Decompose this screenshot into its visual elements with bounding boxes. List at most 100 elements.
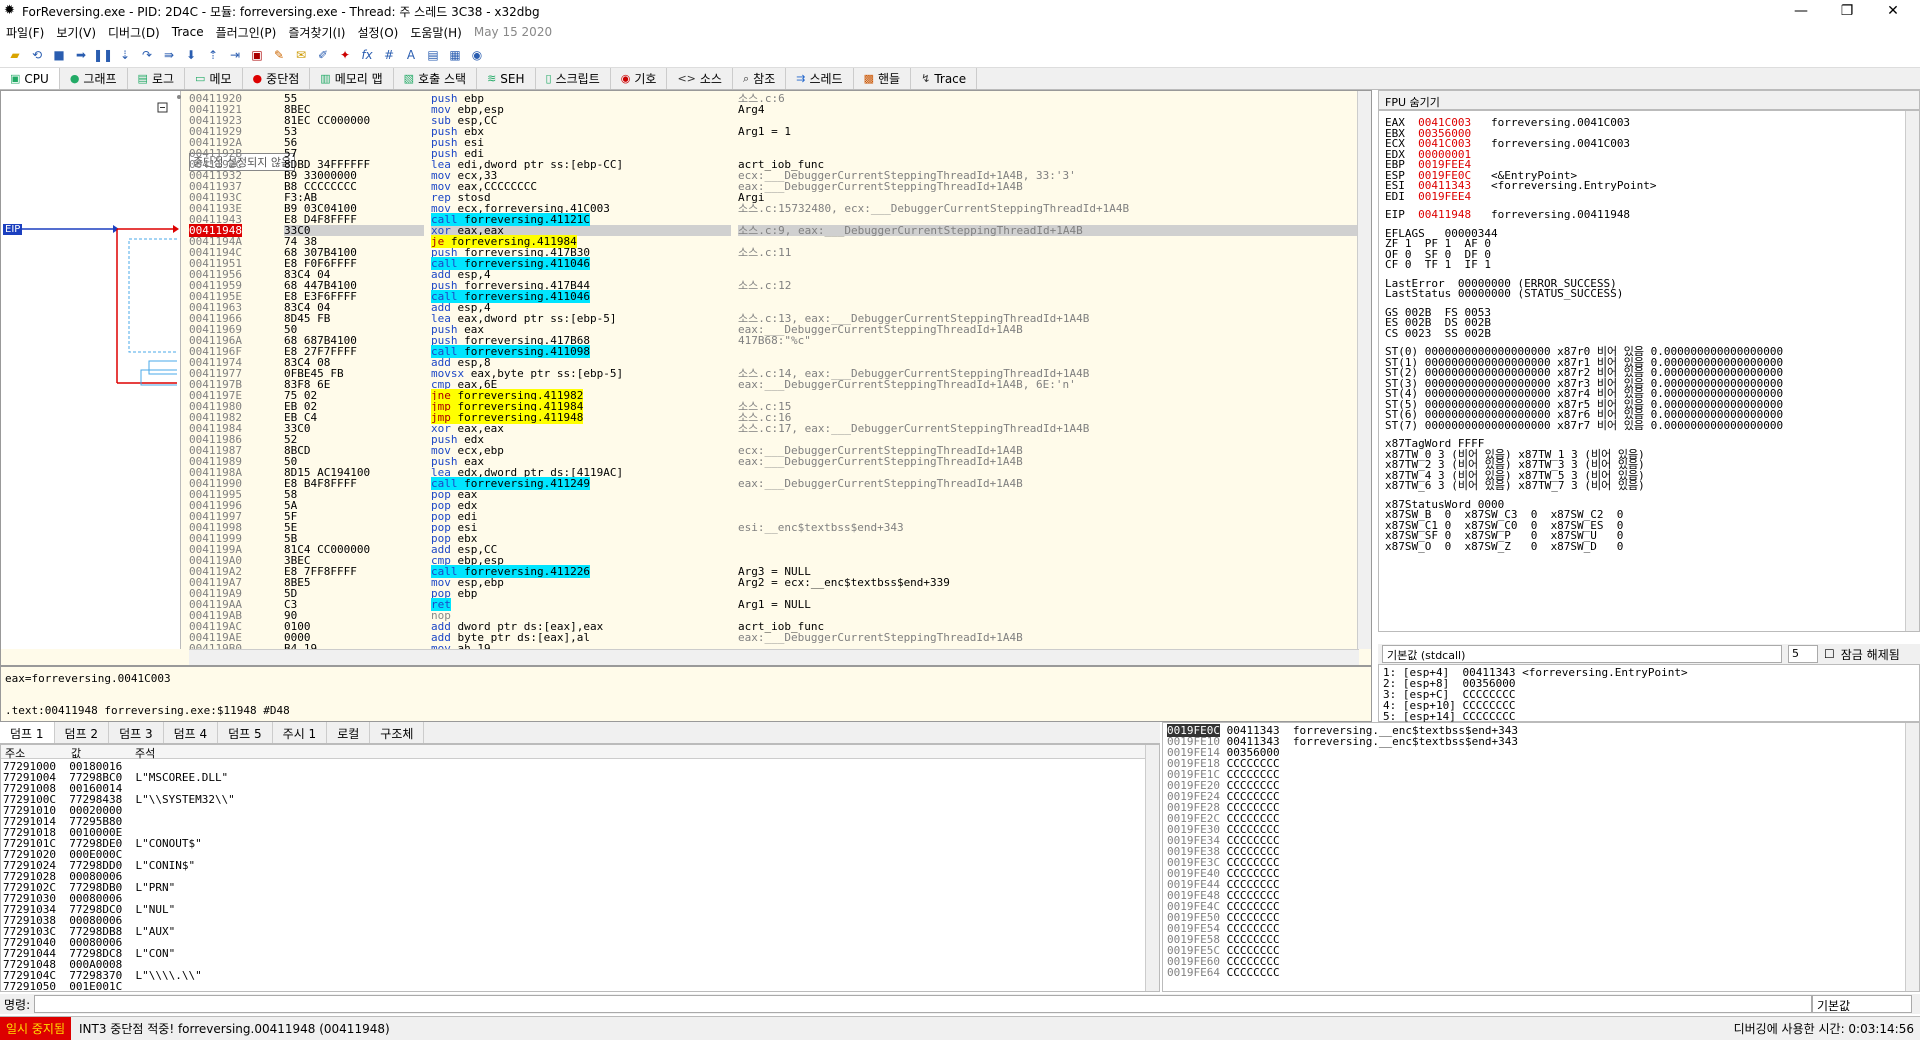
- tab-locals[interactable]: 로컬: [327, 722, 371, 743]
- calculator-icon[interactable]: ▤: [422, 45, 444, 65]
- stack-address: 0019FE64: [1167, 966, 1220, 979]
- menu-plugins[interactable]: 플러그인(P): [210, 24, 283, 41]
- menu-favourites[interactable]: 즐겨찾기(I): [282, 24, 351, 41]
- close-icon[interactable]: ✕: [1870, 0, 1916, 22]
- disassembly-vscroll[interactable]: [1357, 91, 1371, 649]
- disasm-comment: Arg4: [738, 103, 765, 116]
- build-date: May 15 2020: [473, 25, 553, 39]
- globe-icon[interactable]: ◉: [466, 45, 488, 65]
- disassembly-view[interactable]: EIP 중단점 설정되지 않음 00411920 00411921 00411923…: [0, 90, 1372, 666]
- tab-threads[interactable]: ⇉ 스레드: [786, 68, 854, 89]
- unlock-checkbox[interactable]: ☐: [1824, 647, 1835, 661]
- dump-col-address[interactable]: 주소: [1, 745, 67, 760]
- bookmark-icon[interactable]: ✦: [334, 45, 356, 65]
- label-icon[interactable]: ✐: [312, 45, 334, 65]
- comment-icon[interactable]: ✉: [290, 45, 312, 65]
- trace-icon: ↯: [921, 72, 931, 85]
- tab-handles[interactable]: ▩ 핸들: [854, 68, 912, 89]
- disasm-comment: [738, 489, 1358, 500]
- stop-icon[interactable]: ■: [48, 45, 70, 65]
- disasm-comment: [738, 258, 1358, 269]
- disasm-bytes: 56: [284, 136, 298, 149]
- trace-over-icon[interactable]: ⬇: [180, 45, 202, 65]
- tab-watch-1[interactable]: 주시 1: [273, 722, 328, 743]
- patch-icon[interactable]: ✎: [268, 45, 290, 65]
- menu-bar: 파일(F) 보기(V) 디버그(D) Trace 플러그인(P) 즐겨찾기(I)…: [0, 22, 1920, 42]
- pause-icon[interactable]: ❚❚: [92, 45, 114, 65]
- disasm-comment: Arg1 = NULL: [738, 598, 811, 611]
- dump-vscroll[interactable]: [1145, 745, 1159, 991]
- register-header[interactable]: FPU 숨기기: [1378, 90, 1920, 110]
- function-icon[interactable]: fx: [356, 45, 378, 65]
- breakpoint-icon[interactable]: ▣: [246, 45, 268, 65]
- debug-time: 디버깅에 사용한 시간: 0:03:14:56: [1733, 1022, 1914, 1036]
- disasm-comment: [738, 555, 1358, 566]
- tab-log[interactable]: ▤ 로그: [128, 68, 186, 89]
- disasm-bytes: C3: [284, 598, 298, 611]
- command-mode-select[interactable]: 기본값: [1812, 995, 1912, 1013]
- tab-dump-1[interactable]: 덤프 1: [0, 722, 55, 743]
- restart-icon[interactable]: ⟲: [26, 45, 48, 65]
- calling-convention-select[interactable]: 기본값 (stdcall): [1382, 645, 1782, 663]
- title-bar: ✹ ForReversing.exe - PID: 2D4C - 모듈: for…: [0, 0, 1920, 22]
- menu-view[interactable]: 보기(V): [50, 24, 102, 41]
- arg-count-spinner[interactable]: 5: [1788, 645, 1818, 663]
- run-icon[interactable]: ➡: [70, 45, 92, 65]
- font-icon[interactable]: A: [400, 45, 422, 65]
- tab-dump-3[interactable]: 덤프 3: [109, 722, 164, 743]
- stack-view[interactable]: 0019FE0C 00411343 forreversing.__enc$tex…: [1162, 722, 1920, 992]
- menu-help[interactable]: 도움말(H): [404, 24, 468, 41]
- status-paused: 일시 중지됨: [0, 1017, 72, 1040]
- tab-call-stack[interactable]: ▧ 호출 스택: [394, 68, 478, 89]
- command-input[interactable]: [34, 995, 1812, 1013]
- tab-references[interactable]: ⌕ 참조: [733, 68, 787, 89]
- tab-notes[interactable]: ▭ 메모: [185, 68, 243, 89]
- tab-dump-4[interactable]: 덤프 4: [164, 722, 219, 743]
- execute-till-return-icon[interactable]: ⇡: [202, 45, 224, 65]
- tab-memory-map[interactable]: ▥ 메모리 맵: [310, 68, 394, 89]
- menu-options[interactable]: 설정(O): [351, 24, 404, 41]
- tab-graph[interactable]: ● 그래프: [60, 68, 128, 89]
- run-to-user-icon[interactable]: ⇥: [224, 45, 246, 65]
- menu-trace[interactable]: Trace: [166, 25, 210, 39]
- tab-source[interactable]: <> 소스: [667, 68, 733, 89]
- dump-row[interactable]: 77291050 001E001C: [3, 981, 235, 991]
- tab-struct[interactable]: 구조체: [370, 722, 425, 743]
- tab-cpu[interactable]: ▣ CPU: [0, 68, 60, 89]
- memory-icon[interactable]: ▦: [444, 45, 466, 65]
- dump-col-comment[interactable]: 주석: [131, 745, 155, 760]
- register-view[interactable]: EAX 0041C003 forreversing.0041C003 EBX 00…: [1378, 110, 1920, 632]
- step-into-icon[interactable]: ⇣: [114, 45, 136, 65]
- comment-column: 소스.c:6 Arg4 Arg1 = 1 acrt_iob_func ecx:___De…: [738, 93, 1358, 654]
- disasm-comment: 소스.c:6: [738, 92, 785, 105]
- references-icon: ⌕: [742, 71, 750, 85]
- call-stack-icon: ▧: [403, 72, 415, 85]
- tab-script[interactable]: ▯ 스크립트: [536, 68, 611, 89]
- register-row[interactable]: EDI 0019FEE4: [1385, 191, 1491, 202]
- dump-view[interactable]: 주소 값 주석 77291000 00180016 77291004 77298…: [0, 744, 1160, 992]
- disasm-comment: [738, 346, 1358, 357]
- menu-file[interactable]: 파일(F): [0, 24, 50, 41]
- disasm-bytes: 8BE5: [284, 576, 311, 589]
- hash-icon[interactable]: #: [378, 45, 400, 65]
- restore-icon[interactable]: ❐: [1824, 0, 1870, 22]
- step-over-icon[interactable]: ↷: [136, 45, 158, 65]
- minimize-icon[interactable]: —: [1778, 0, 1824, 22]
- stack-row[interactable]: 0019FE64 CCCCCCCC: [1167, 967, 1518, 978]
- tab-symbols[interactable]: ◉ 기호: [611, 68, 668, 89]
- register-comment: <forreversing.EntryPoint>: [1490, 179, 1657, 192]
- threads-icon: ⇉: [796, 72, 806, 85]
- menu-debug[interactable]: 디버그(D): [102, 24, 166, 41]
- disasm-comment: eax:___DebuggerCurrentSteppingThreadId+1…: [738, 631, 1023, 644]
- trace-into-icon[interactable]: ⇛: [158, 45, 180, 65]
- tab-dump-5[interactable]: 덤프 5: [218, 722, 273, 743]
- tab-dump-2[interactable]: 덤프 2: [55, 722, 110, 743]
- open-icon[interactable]: ▰: [4, 45, 26, 65]
- stack-vscroll[interactable]: [1905, 723, 1919, 991]
- register-vscroll[interactable]: [1905, 111, 1919, 631]
- tab-seh[interactable]: ≋ SEH: [477, 68, 536, 89]
- tab-breakpoints[interactable]: ● 중단점: [243, 68, 311, 89]
- disassembly-hscroll[interactable]: [189, 649, 1359, 665]
- tab-trace[interactable]: ↯ Trace: [911, 68, 978, 89]
- dump-col-value[interactable]: 값: [67, 745, 131, 760]
